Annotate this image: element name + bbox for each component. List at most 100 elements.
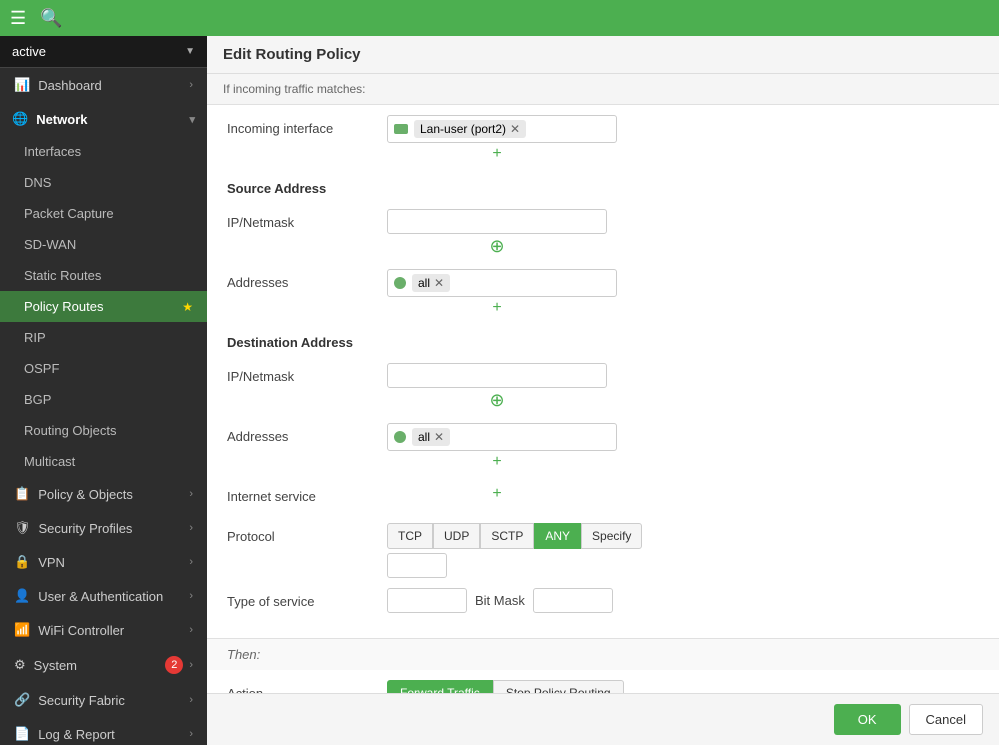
- source-addresses-row: Addresses all ✕ +: [227, 269, 979, 319]
- dest-addr-remove[interactable]: ✕: [434, 430, 444, 444]
- sidebar-item-network[interactable]: 🌐 Network ▾: [0, 102, 207, 136]
- incoming-interface-tag: Lan-user (port2) ✕: [414, 120, 526, 138]
- sidebar-item-policy-objects[interactable]: 📋 Policy & Objects ›: [0, 477, 207, 511]
- sidebar-item-bgp[interactable]: BGP: [0, 384, 207, 415]
- sidebar-label-user-auth: User & Authentication: [38, 589, 163, 604]
- source-address-tag: all ✕: [412, 274, 450, 292]
- page-title: Edit Routing Policy: [223, 46, 361, 63]
- source-ip-add[interactable]: ⊕: [387, 234, 607, 259]
- sidebar-item-user-auth[interactable]: 👤 User & Authentication ›: [0, 579, 207, 613]
- action-stop-btn[interactable]: Stop Policy Routing: [493, 680, 624, 693]
- sidebar-label-security-fabric: Security Fabric: [38, 693, 125, 708]
- user-auth-icon: 👤: [14, 588, 30, 604]
- security-profiles-icon: 🛡: [14, 520, 31, 536]
- dest-addresses-add[interactable]: +: [387, 451, 607, 473]
- interface-net-icon: [394, 124, 408, 134]
- source-addr-remove[interactable]: ✕: [434, 276, 444, 290]
- sidebar-item-vpn[interactable]: 🔒 VPN ›: [0, 545, 207, 579]
- sidebar-label-dashboard: Dashboard: [38, 78, 102, 93]
- sidebar-label-interfaces: Interfaces: [24, 144, 81, 159]
- dest-addr-icon: [394, 431, 406, 443]
- proto-specify-btn[interactable]: Specify: [581, 523, 642, 549]
- log-report-icon: 📄: [14, 726, 30, 742]
- sidebar-item-log-report[interactable]: 📄 Log & Report ›: [0, 717, 207, 745]
- source-addresses-label: Addresses: [227, 269, 387, 290]
- sidebar-item-security-profiles[interactable]: 🛡 Security Profiles ›: [0, 511, 207, 545]
- dest-address-header-row: Destination Address: [227, 329, 979, 359]
- system-icon: ⚙: [14, 657, 26, 673]
- dest-ip-add[interactable]: ⊕: [387, 388, 607, 413]
- sidebar-item-multicast[interactable]: Multicast: [0, 446, 207, 477]
- cancel-button[interactable]: Cancel: [909, 704, 983, 735]
- dest-addresses-control: all ✕ +: [387, 423, 979, 473]
- dashboard-icon: 📊: [14, 77, 30, 93]
- hamburger-icon[interactable]: ☰: [10, 8, 26, 29]
- protocol-label: Protocol: [227, 523, 387, 544]
- policy-objects-icon: 📋: [14, 486, 30, 502]
- sidebar-active-header[interactable]: active ▼: [0, 36, 207, 68]
- dest-ip-label: IP/Netmask: [227, 363, 387, 384]
- star-icon: ★: [182, 300, 193, 314]
- sidebar-item-static-routes[interactable]: Static Routes: [0, 260, 207, 291]
- sidebar-item-system[interactable]: ⚙ System 2 ›: [0, 647, 207, 683]
- ok-button[interactable]: OK: [834, 704, 901, 735]
- action-forward-btn[interactable]: Forward Traffic: [387, 680, 493, 693]
- incoming-interface-add[interactable]: +: [387, 143, 607, 165]
- chevron-down-network-icon: ▾: [189, 113, 195, 126]
- bit-mask-input[interactable]: 0x00: [533, 588, 613, 613]
- source-address-header-row: Source Address: [227, 175, 979, 205]
- dest-addresses-row: Addresses all ✕ +: [227, 423, 979, 473]
- chevron-right-system-icon: ›: [189, 659, 193, 671]
- action-group: Forward Traffic Stop Policy Routing: [387, 680, 979, 693]
- dest-addresses-tags: all ✕: [387, 423, 617, 451]
- sidebar-label-rip: RIP: [24, 330, 46, 345]
- sidebar-item-wifi[interactable]: 📶 WiFi Controller ›: [0, 613, 207, 647]
- sidebar-item-security-fabric[interactable]: 🔗 Security Fabric ›: [0, 683, 207, 717]
- sidebar-item-interfaces[interactable]: Interfaces: [0, 136, 207, 167]
- then-section-label: Then:: [207, 638, 999, 670]
- action-control: Forward Traffic Stop Policy Routing: [387, 680, 979, 693]
- protocol-control: TCP UDP SCTP ANY Specify 0: [387, 523, 979, 578]
- sidebar-item-dashboard[interactable]: 📊 Dashboard ›: [0, 68, 207, 102]
- proto-sctp-btn[interactable]: SCTP: [480, 523, 534, 549]
- form-body-if: Incoming interface Lan-user (port2) ✕ +: [207, 105, 999, 638]
- sidebar-label-security-profiles: Security Profiles: [39, 521, 133, 536]
- vpn-icon: 🔒: [14, 554, 30, 570]
- dest-ip-input[interactable]: [387, 363, 607, 388]
- internet-service-add[interactable]: +: [387, 483, 607, 505]
- proto-udp-btn[interactable]: UDP: [433, 523, 480, 549]
- sidebar-item-dns[interactable]: DNS: [0, 167, 207, 198]
- search-icon[interactable]: 🔍: [40, 8, 62, 29]
- incoming-interface-remove[interactable]: ✕: [510, 122, 520, 136]
- system-badge: 2: [165, 656, 183, 674]
- bit-mask-label: Bit Mask: [475, 593, 525, 608]
- sidebar-item-ospf[interactable]: OSPF: [0, 353, 207, 384]
- incoming-interface-label: Incoming interface: [227, 115, 387, 136]
- sidebar-item-policy-routes[interactable]: Policy Routes ★: [0, 291, 207, 322]
- proto-any-btn[interactable]: ANY: [534, 523, 581, 549]
- proto-tcp-btn[interactable]: TCP: [387, 523, 433, 549]
- sidebar-label-packet-capture: Packet Capture: [24, 206, 114, 221]
- wifi-icon: 📶: [14, 622, 30, 638]
- tos-label: Type of service: [227, 588, 387, 609]
- sidebar-item-rip[interactable]: RIP: [0, 322, 207, 353]
- sidebar-item-sdwan[interactable]: SD-WAN: [0, 229, 207, 260]
- sidebar-label-system: System: [34, 658, 77, 673]
- sidebar-item-packet-capture[interactable]: Packet Capture: [0, 198, 207, 229]
- source-addresses-tags: all ✕: [387, 269, 617, 297]
- source-ip-input[interactable]: [387, 209, 607, 234]
- sidebar-item-routing-objects[interactable]: Routing Objects: [0, 415, 207, 446]
- sidebar-label-network: Network: [36, 112, 87, 127]
- internet-service-row: Internet service +: [227, 483, 979, 513]
- network-icon: 🌐: [12, 111, 28, 127]
- internet-service-control: +: [387, 483, 979, 505]
- source-addresses-add[interactable]: +: [387, 297, 607, 319]
- protocol-group: TCP UDP SCTP ANY Specify: [387, 523, 979, 549]
- tos-value-input[interactable]: 0x00: [387, 588, 467, 613]
- sidebar: active ▼ 📊 Dashboard › 🌐 Network ▾ Inter…: [0, 36, 207, 745]
- section-if-label: If incoming traffic matches:: [207, 74, 999, 105]
- protocol-value-input[interactable]: 0: [387, 553, 447, 578]
- source-ip-control: ⊕: [387, 209, 979, 259]
- sidebar-label-policy-objects: Policy & Objects: [38, 487, 133, 502]
- security-fabric-icon: 🔗: [14, 692, 30, 708]
